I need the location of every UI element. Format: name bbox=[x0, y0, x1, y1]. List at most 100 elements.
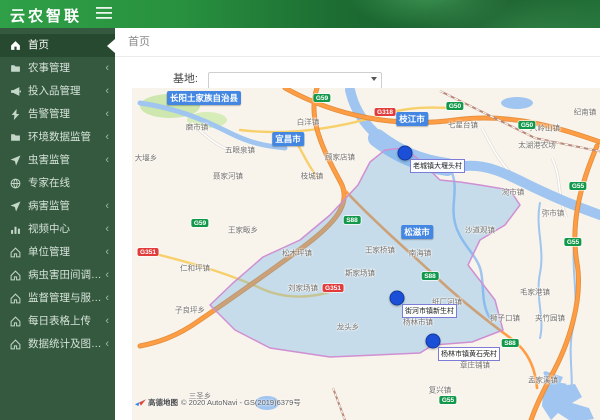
sidebar-item-label: 视频中心 bbox=[28, 223, 70, 235]
chevron-left-icon: ‹ bbox=[105, 246, 109, 258]
map-marker-label[interactable]: 杨林市镇黄石壳村 bbox=[438, 347, 500, 361]
main-content: 首页 基地: 磨市镇 白洋镇 七星台镇 八岭山镇 纪南镇 太湖港农场 五眼泉镇 … bbox=[115, 28, 600, 420]
chevron-left-icon: ‹ bbox=[105, 223, 109, 235]
map-town-label: 子良坪乡 bbox=[175, 305, 205, 315]
sidebar-item-label: 病害监管 bbox=[28, 200, 70, 212]
road-badge: S88 bbox=[421, 272, 439, 280]
map-town-label: 龙头乡 bbox=[336, 322, 360, 332]
city-label-chip: 枝江市 bbox=[396, 112, 428, 126]
sidebar-item-label: 告警管理 bbox=[28, 108, 70, 120]
road-badge: S88 bbox=[343, 216, 361, 224]
amap-logo-text: 高德地图 bbox=[148, 398, 178, 407]
sidebar-item-label: 投入品管理 bbox=[28, 85, 81, 97]
map-town-label: 枝城镇 bbox=[300, 171, 324, 181]
chevron-left-icon: ‹ bbox=[105, 62, 109, 74]
chevron-left-icon: ‹ bbox=[105, 108, 109, 120]
map-town-label: 白洋镇 bbox=[296, 117, 320, 127]
chevron-left-icon: ‹ bbox=[105, 315, 109, 327]
map-town-label: 毛家港镇 bbox=[520, 287, 550, 297]
folder-icon bbox=[10, 132, 22, 144]
map-marker-label[interactable]: 老城镇大堰头村 bbox=[410, 159, 465, 173]
sidebar-item-11[interactable]: 监督管理与服务系统‹ bbox=[0, 287, 115, 310]
cursor-icon bbox=[10, 201, 22, 213]
map-town-label: 复兴镇 bbox=[428, 385, 452, 395]
road-badge: G50 bbox=[518, 121, 536, 129]
amap-logo-icon bbox=[135, 396, 146, 409]
chevron-left-icon: ‹ bbox=[105, 269, 109, 281]
map-town-label: 弥市镇 bbox=[541, 208, 565, 218]
chevron-left-icon: ‹ bbox=[105, 131, 109, 143]
map-town-label: 王家畈乡 bbox=[228, 225, 258, 235]
chevron-left-icon: ‹ bbox=[105, 85, 109, 97]
map-town-label: 五眼泉镇 bbox=[225, 145, 255, 155]
sidebar-item-label: 虫害监管 bbox=[28, 154, 70, 166]
map-town-label: 仁和坪镇 bbox=[180, 263, 210, 273]
map-town-label: 顾家店镇 bbox=[325, 152, 355, 162]
sidebar-item-2[interactable]: 投入品管理 ‹ bbox=[0, 80, 115, 103]
sidebar-item-3[interactable]: 告警管理 ‹ bbox=[0, 103, 115, 126]
city-label-chip: 宜昌市 bbox=[272, 132, 304, 146]
map-town-label: 南海镇 bbox=[408, 248, 432, 258]
base-select[interactable] bbox=[208, 71, 382, 89]
map-town-label: 大堰乡 bbox=[134, 153, 158, 163]
sidebar-item-6[interactable]: 专家在线 bbox=[0, 172, 115, 195]
sidebar-item-label: 监督管理与服务系统 bbox=[28, 292, 103, 304]
sidebar-item-9[interactable]: 单位管理 ‹ bbox=[0, 241, 115, 264]
globe-icon bbox=[10, 178, 22, 190]
map-town-label: 松木坪镇 bbox=[282, 248, 312, 258]
road-badge: G55 bbox=[564, 238, 582, 246]
top-bar: 云农智联 bbox=[0, 0, 600, 28]
map-town-label: 涴市镇 bbox=[501, 187, 525, 197]
city-label-chip: 松滋市 bbox=[401, 225, 433, 239]
sidebar: 首页 农事管理 ‹ 投入品管理 ‹ 告警管理 ‹ 环境数据监管 ‹ 虫害监管 ‹ 专家在线 病害监管 ‹ 视… bbox=[0, 28, 115, 420]
sidebar-item-5[interactable]: 虫害监管 ‹ bbox=[0, 149, 115, 172]
sidebar-item-13[interactable]: 数据统计及图形分析‹ bbox=[0, 333, 115, 356]
home-outline-icon bbox=[10, 246, 22, 259]
chevron-left-icon: ‹ bbox=[105, 154, 109, 166]
map-marker-label[interactable]: 街河市镇新生村 bbox=[402, 304, 457, 318]
hamburger-menu-icon[interactable] bbox=[96, 6, 114, 22]
sidebar-item-0[interactable]: 首页 bbox=[0, 34, 115, 57]
chevron-left-icon: ‹ bbox=[105, 338, 109, 350]
sidebar-item-1[interactable]: 农事管理 ‹ bbox=[0, 57, 115, 80]
cursor-icon bbox=[10, 155, 22, 167]
megaphone-icon bbox=[10, 86, 22, 98]
map-town-label: 夹竹园镇 bbox=[535, 313, 565, 323]
road-badge: G50 bbox=[446, 102, 464, 110]
sidebar-item-12[interactable]: 每日表格上传 ‹ bbox=[0, 310, 115, 333]
map-town-label: 王家桥镇 bbox=[365, 245, 395, 255]
map-town-label: 沙道观镇 bbox=[465, 225, 495, 235]
chart-icon bbox=[10, 224, 22, 236]
chevron-left-icon: ‹ bbox=[105, 200, 109, 212]
bolt-icon bbox=[10, 108, 22, 121]
sidebar-item-label: 首页 bbox=[28, 39, 49, 51]
sidebar-item-label: 数据统计及图形分析 bbox=[28, 338, 103, 350]
map-town-label: 狮子口镇 bbox=[490, 313, 520, 323]
home-outline-icon bbox=[10, 292, 22, 305]
map[interactable]: 磨市镇 白洋镇 七星台镇 八岭山镇 纪南镇 太湖港农场 五眼泉镇 顾家店镇 大堰乡 聂家河镇 枝城镇… bbox=[132, 88, 600, 420]
sidebar-item-8[interactable]: 视频中心 ‹ bbox=[0, 218, 115, 241]
app-title: 云农智联 bbox=[10, 8, 83, 25]
map-town-label: 章庄铺镇 bbox=[460, 360, 490, 370]
map-attribution: 高德地图 © 2020 AutoNavi - GS(2019)6379号 bbox=[135, 396, 301, 409]
road-badge: G59 bbox=[313, 94, 331, 102]
sidebar-item-label: 专家在线 bbox=[28, 177, 70, 189]
sidebar-item-label: 病虫害田间调查数据 bbox=[28, 269, 103, 281]
map-town-label: 聂家河镇 bbox=[213, 171, 243, 181]
map-town-label: 杨林市镇 bbox=[403, 317, 433, 327]
breadcrumb: 首页 bbox=[115, 28, 600, 57]
sidebar-item-4[interactable]: 环境数据监管 ‹ bbox=[0, 126, 115, 149]
sidebar-item-label: 环境数据监管 bbox=[28, 131, 91, 143]
road-badge: G55 bbox=[439, 396, 457, 404]
map-overlays: 磨市镇 白洋镇 七星台镇 八岭山镇 纪南镇 太湖港农场 五眼泉镇 顾家店镇 大堰乡 聂家河镇 枝城镇… bbox=[132, 88, 600, 420]
base-select-label: 基地: bbox=[172, 73, 198, 85]
map-town-label: 磨市镇 bbox=[185, 122, 209, 132]
map-copyright: © 2020 AutoNavi - GS(2019)6379号 bbox=[181, 398, 301, 407]
road-badge: G59 bbox=[191, 219, 209, 227]
sidebar-item-10[interactable]: 病虫害田间调查数据‹ bbox=[0, 264, 115, 287]
sidebar-item-label: 单位管理 bbox=[28, 246, 70, 258]
map-town-label: 斯家场镇 bbox=[345, 268, 375, 278]
map-town-label: 纪南镇 bbox=[573, 107, 597, 117]
sidebar-item-7[interactable]: 病害监管 ‹ bbox=[0, 195, 115, 218]
home-outline-icon bbox=[10, 315, 22, 328]
